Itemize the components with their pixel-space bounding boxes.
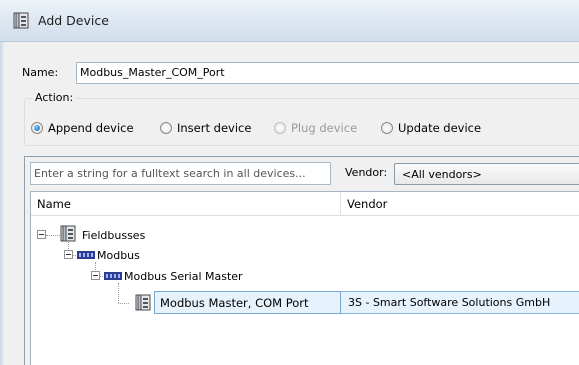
tree-item-fieldbusses[interactable]: Fieldbusses bbox=[82, 229, 145, 242]
tree-item-modbus-serial-master[interactable]: Modbus Serial Master bbox=[124, 270, 243, 283]
plug-device-label: Plug device bbox=[291, 121, 358, 135]
tree-collapse-icon[interactable] bbox=[64, 250, 73, 259]
tree-connector bbox=[118, 283, 119, 303]
device-module-icon bbox=[13, 12, 29, 29]
title-bar[interactable]: Add Device bbox=[0, 0, 579, 42]
radio-checked-icon bbox=[31, 122, 43, 134]
column-header-vendor[interactable]: Vendor bbox=[341, 192, 579, 216]
tree-item-modbus-master-com-port[interactable]: Modbus Master, COM Port bbox=[160, 296, 309, 310]
tree-item-modbus[interactable]: Modbus bbox=[97, 249, 140, 262]
device-module-icon bbox=[60, 225, 76, 242]
fulltext-search-input[interactable]: Enter a string for a fulltext search in … bbox=[30, 162, 331, 185]
vendor-dropdown[interactable]: <All vendors> bbox=[394, 163, 579, 185]
append-device-radio[interactable]: Append device bbox=[31, 121, 134, 135]
tree-collapse-icon[interactable] bbox=[37, 230, 46, 239]
insert-device-label: Insert device bbox=[177, 121, 252, 135]
name-label: Name: bbox=[22, 66, 59, 79]
name-input[interactable]: Modbus_Master_COM_Port bbox=[76, 62, 579, 84]
plug-device-radio: Plug device bbox=[274, 121, 357, 135]
tree-connector bbox=[118, 303, 129, 304]
tree-item-vendor: 3S - Smart Software Solutions GmbH bbox=[348, 296, 551, 309]
update-device-label: Update device bbox=[398, 121, 482, 135]
device-module-icon bbox=[135, 294, 151, 311]
bus-icon bbox=[104, 272, 122, 280]
action-group-label: Action: bbox=[32, 91, 77, 104]
radio-disabled-icon bbox=[274, 122, 286, 134]
bus-icon bbox=[77, 251, 95, 259]
insert-device-radio[interactable]: Insert device bbox=[160, 121, 251, 135]
radio-unchecked-icon bbox=[160, 122, 172, 134]
tree-collapse-icon[interactable] bbox=[91, 271, 100, 280]
append-device-label: Append device bbox=[48, 121, 134, 135]
vendor-label: Vendor: bbox=[345, 166, 388, 179]
column-header-name[interactable]: Name bbox=[31, 192, 340, 216]
radio-unchecked-icon bbox=[381, 122, 393, 134]
window-left-border bbox=[0, 42, 4, 365]
window-title: Add Device bbox=[38, 13, 109, 28]
tree-connector bbox=[46, 235, 60, 236]
update-device-radio[interactable]: Update device bbox=[381, 121, 481, 135]
